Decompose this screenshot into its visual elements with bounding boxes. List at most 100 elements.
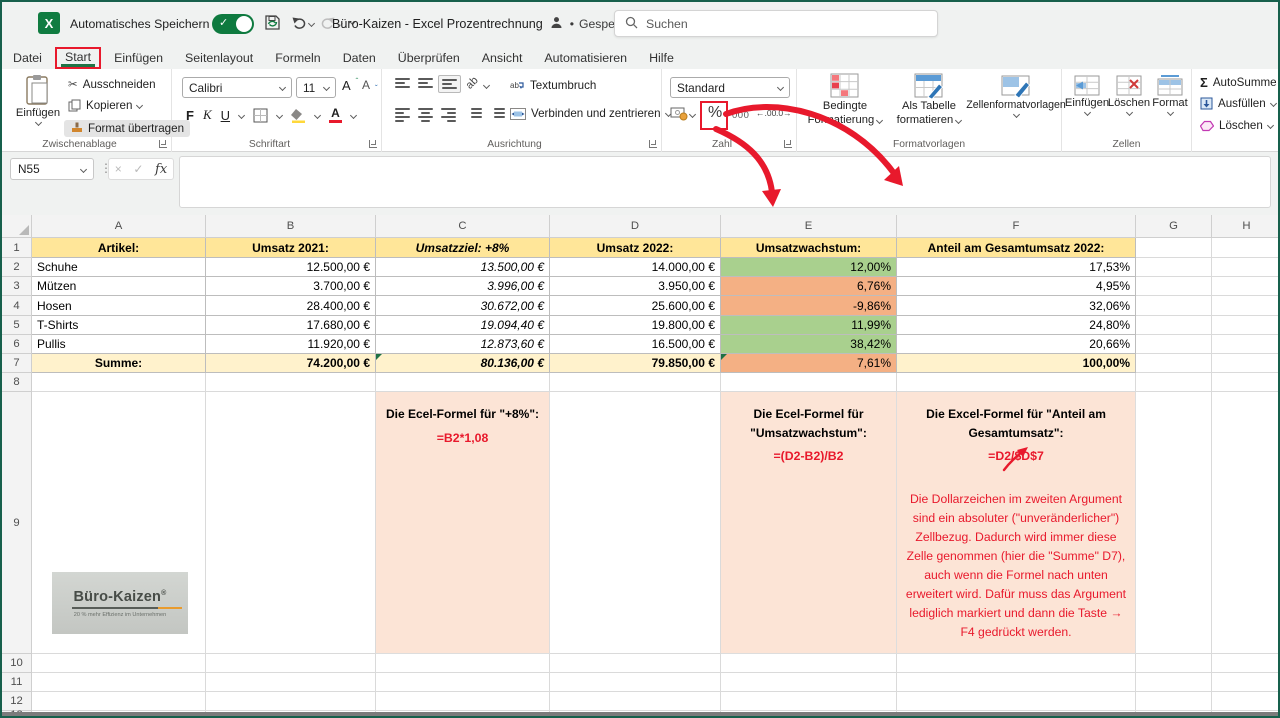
empty-cell[interactable] (1212, 277, 1278, 296)
borders-icon[interactable] (253, 108, 268, 123)
cell-e6[interactable]: 38,42% (721, 335, 897, 354)
align-bottom-icon[interactable] (438, 75, 461, 93)
tab-formeln[interactable]: Formeln (264, 49, 331, 67)
accounting-format-icon[interactable] (670, 106, 688, 126)
accounting-dropdown-icon[interactable] (688, 110, 697, 119)
cell-a6[interactable]: Pullis (32, 335, 206, 354)
empty-cell[interactable] (897, 373, 1136, 392)
tab-seitenlayout[interactable]: Seitenlayout (174, 49, 264, 67)
col-header-F[interactable]: F (897, 215, 1136, 238)
empty-cell[interactable] (897, 654, 1136, 673)
empty-cell[interactable] (550, 392, 721, 654)
cell-a9[interactable]: Büro-Kaizen® 20 % mehr Effizienz im Unte… (32, 392, 206, 654)
fill-color-icon[interactable] (291, 108, 306, 123)
cell-a2[interactable]: Schuhe (32, 258, 206, 277)
empty-cell[interactable] (32, 692, 206, 711)
cell-b1[interactable]: Umsatz 2021: (206, 238, 376, 258)
select-all-corner[interactable] (2, 215, 32, 238)
underline-button[interactable]: U (221, 108, 230, 123)
tab-hilfe[interactable]: Hilfe (638, 49, 685, 67)
cell-a5[interactable]: T-Shirts (32, 316, 206, 335)
col-header-D[interactable]: D (550, 215, 721, 238)
cell-b4[interactable]: 28.400,00 € (206, 296, 376, 316)
cell-b6[interactable]: 11.920,00 € (206, 335, 376, 354)
cell-c2[interactable]: 13.500,00 € (376, 258, 550, 277)
tab-ansicht[interactable]: Ansicht (471, 49, 534, 67)
cell-a7[interactable]: Summe: (32, 354, 206, 373)
tab-automatisieren[interactable]: Automatisieren (533, 49, 638, 67)
empty-cell[interactable] (721, 673, 897, 692)
empty-cell[interactable] (376, 654, 550, 673)
cell-f4[interactable]: 32,06% (897, 296, 1136, 316)
empty-cell[interactable] (1212, 238, 1278, 258)
empty-cell[interactable] (206, 392, 376, 654)
cell-e4[interactable]: -9,86% (721, 296, 897, 316)
font-name-select[interactable]: Calibri (182, 77, 292, 98)
col-header-A[interactable]: A (32, 215, 206, 238)
empty-cell[interactable] (897, 673, 1136, 692)
align-middle-icon[interactable] (415, 75, 436, 91)
decrease-decimal-icon[interactable]: .0→ (776, 108, 792, 118)
empty-cell[interactable] (1136, 296, 1212, 316)
empty-cell[interactable] (206, 373, 376, 392)
align-center-icon[interactable] (415, 105, 436, 125)
empty-cell[interactable] (1212, 654, 1278, 673)
empty-cell[interactable] (1212, 692, 1278, 711)
col-header-H[interactable]: H (1212, 215, 1278, 238)
font-size-select[interactable]: 11 (296, 77, 336, 98)
tab-datei[interactable]: Datei (2, 49, 53, 67)
cell-c6[interactable]: 12.873,60 € (376, 335, 550, 354)
orientation-dropdown-icon[interactable] (482, 81, 491, 90)
cell-f2[interactable]: 17,53% (897, 258, 1136, 277)
increase-decimal-icon[interactable]: ←.00 (756, 108, 776, 118)
cell-e1[interactable]: Umsatzwachstum: (721, 238, 897, 258)
row-header-10[interactable]: 10 (2, 654, 32, 673)
empty-cell[interactable] (1136, 392, 1212, 654)
decrease-font-icon[interactable]: Aˇ (362, 78, 378, 93)
comma-style-button[interactable]: 000 (732, 110, 749, 121)
cell-d3[interactable]: 3.950,00 € (550, 277, 721, 296)
cell-d4[interactable]: 25.600,00 € (550, 296, 721, 316)
cell-f5[interactable]: 24,80% (897, 316, 1136, 335)
delete-cells-button[interactable]: Löschen (1108, 75, 1150, 117)
increase-font-icon[interactable]: Aˆ (342, 77, 358, 93)
row-header-9[interactable]: 9 (2, 392, 32, 654)
cancel-entry-icon[interactable]: × (115, 162, 122, 176)
empty-cell[interactable] (1136, 654, 1212, 673)
confirm-entry-icon[interactable]: ✓ (133, 162, 143, 176)
empty-cell[interactable] (1212, 296, 1278, 316)
align-right-icon[interactable] (438, 105, 459, 125)
cell-f1[interactable]: Anteil am Gesamtumsatz 2022: (897, 238, 1136, 258)
empty-cell[interactable] (32, 654, 206, 673)
tab-daten[interactable]: Daten (332, 49, 387, 67)
empty-cell[interactable] (1136, 277, 1212, 296)
excel-app-icon[interactable]: X (38, 12, 60, 34)
cell-c9-note[interactable]: Die Ecel-Formel für "+8%": =B2*1,08 (376, 392, 550, 654)
empty-cell[interactable] (1212, 673, 1278, 692)
cell-e2[interactable]: 12,00% (721, 258, 897, 277)
underline-dropdown-icon[interactable] (237, 111, 246, 119)
wrap-text-button[interactable]: ab Textumbruch (510, 79, 596, 92)
cell-styles-button[interactable]: Zellenformatvorlagen (966, 73, 1066, 119)
cell-f3[interactable]: 4,95% (897, 277, 1136, 296)
cell-e7[interactable]: 7,61% (721, 354, 897, 373)
empty-cell[interactable] (376, 692, 550, 711)
empty-cell[interactable] (32, 673, 206, 692)
cell-f6[interactable]: 20,66% (897, 335, 1136, 354)
row-header-7[interactable]: 7 (2, 354, 32, 373)
empty-cell[interactable] (1136, 354, 1212, 373)
align-top-icon[interactable] (392, 75, 413, 91)
number-format-select[interactable]: Standard (670, 77, 790, 98)
cell-f9-note[interactable]: Die Excel-Formel für "Anteil am Gesamtum… (897, 392, 1136, 654)
row-header-1[interactable]: 1 (2, 238, 32, 258)
empty-cell[interactable] (1212, 258, 1278, 277)
cell-b2[interactable]: 12.500,00 € (206, 258, 376, 277)
empty-cell[interactable] (1136, 373, 1212, 392)
borders-dropdown-icon[interactable] (275, 111, 284, 119)
row-header-5[interactable]: 5 (2, 316, 32, 335)
cell-b3[interactable]: 3.700,00 € (206, 277, 376, 296)
autosum-button[interactable]: Σ AutoSumme (1200, 75, 1277, 90)
empty-cell[interactable] (721, 654, 897, 673)
italic-button[interactable]: K (203, 107, 212, 123)
empty-cell[interactable] (1212, 335, 1278, 354)
